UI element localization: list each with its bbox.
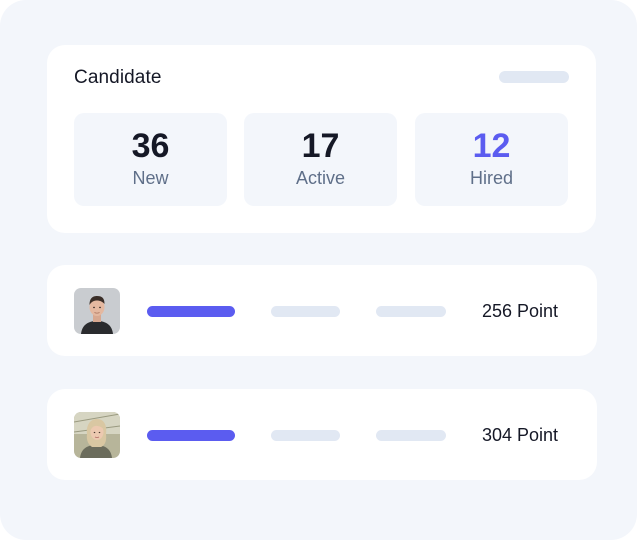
placeholder-bar <box>271 430 340 441</box>
stat-new-value: 36 <box>131 127 170 165</box>
female-avatar-photo <box>74 412 120 458</box>
placeholder-bar <box>376 430 446 441</box>
placeholder-bar <box>271 306 340 317</box>
progress-bar <box>147 430 235 441</box>
candidate-points: 256 Point <box>482 301 559 321</box>
stat-active[interactable]: 17 Active <box>244 113 397 206</box>
stat-new-label: New <box>132 168 169 188</box>
stat-new[interactable]: 36 New <box>74 113 227 206</box>
stat-active-label: Active <box>295 168 346 188</box>
placeholder-bar <box>376 306 446 317</box>
progress-bar <box>147 306 235 317</box>
candidate-summary-card: Candidate 36 New 17 Active 12 Hired <box>47 45 596 233</box>
avatar <box>74 412 120 458</box>
stat-hired-value: 12 <box>472 127 511 165</box>
stat-active-value: 17 <box>301 127 340 165</box>
stat-hired[interactable]: 12 Hired <box>415 113 568 206</box>
card-title: Candidate <box>74 67 162 88</box>
candidate-row[interactable]: 304 Point <box>47 389 597 480</box>
male-avatar-photo <box>74 288 120 334</box>
dashboard-frame: Candidate 36 New 17 Active 12 Hired 256 … <box>0 0 637 540</box>
candidate-points: 304 Point <box>482 425 559 445</box>
avatar <box>74 288 120 334</box>
stat-hired-label: Hired <box>469 168 513 188</box>
header-placeholder-pill <box>499 71 569 83</box>
candidate-row[interactable]: 256 Point <box>47 265 597 356</box>
